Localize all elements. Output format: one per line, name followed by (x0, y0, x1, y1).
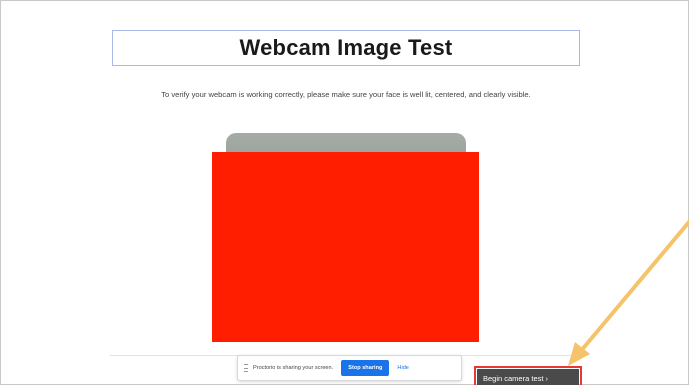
page-title: Webcam Image Test (239, 35, 453, 60)
share-status-text: Proctorio is sharing your screen. (253, 365, 334, 371)
title-box: Webcam Image Test (112, 30, 580, 66)
begin-camera-test-button[interactable]: Begin camera test › (477, 369, 579, 385)
instructions-text: To verify your webcam is working correct… (161, 90, 531, 99)
stop-sharing-button[interactable]: Stop sharing (341, 360, 390, 376)
redaction-block (212, 152, 479, 342)
grip-icon[interactable] (244, 364, 248, 372)
screen-share-bar: Proctorio is sharing your screen. Stop s… (237, 355, 462, 381)
hide-link[interactable]: Hide (397, 365, 409, 371)
